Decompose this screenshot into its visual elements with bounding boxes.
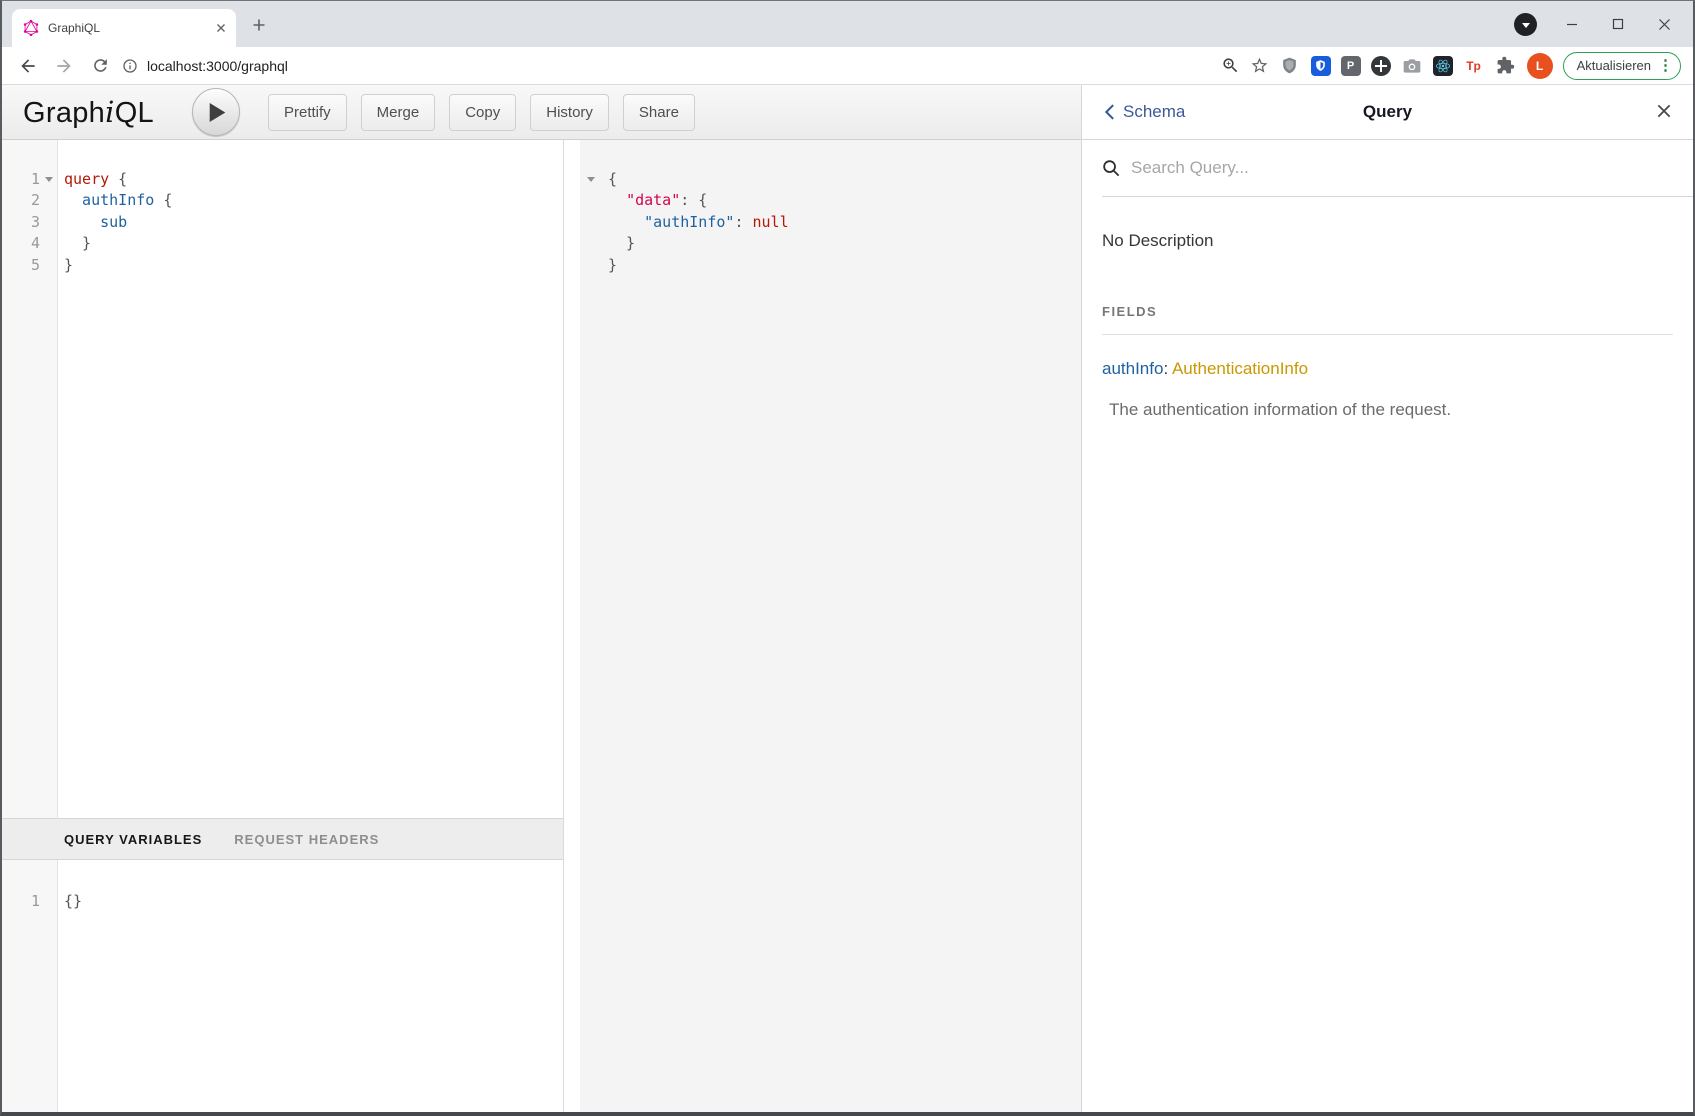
chevron-left-icon (1104, 103, 1115, 121)
browser-window: GraphiQL (0, 0, 1695, 1116)
result-line: } (580, 233, 1081, 254)
graphiql-app: GraphiQL Prettify Merge Copy History Sha… (2, 85, 1693, 1112)
field-name-link[interactable]: authInfo (1102, 359, 1163, 378)
update-button-label: Aktualisieren (1577, 58, 1651, 73)
bookmark-star-icon[interactable] (1250, 56, 1269, 75)
divider (1102, 334, 1673, 335)
fold-arrow-icon[interactable] (45, 177, 53, 182)
tab-close-icon[interactable] (214, 21, 228, 35)
doc-search-bar (1102, 140, 1693, 197)
type-description: No Description (1102, 231, 1673, 251)
extensions-puzzle-icon[interactable] (1495, 55, 1517, 77)
reload-icon[interactable] (86, 52, 114, 80)
code-line: 1 {} (2, 891, 563, 912)
fold-arrow-icon[interactable] (587, 177, 595, 182)
prettify-button[interactable]: Prettify (268, 94, 347, 131)
line-number: 3 (2, 212, 40, 233)
tp-extension-icon[interactable]: Tp (1463, 55, 1485, 77)
copy-button[interactable]: Copy (449, 94, 516, 131)
code-line: 2 authInfo { (2, 190, 563, 211)
forward-icon[interactable] (50, 52, 78, 80)
zoom-icon[interactable] (1221, 56, 1240, 75)
variables-editor[interactable]: 1 {} (2, 860, 563, 1112)
back-icon[interactable] (14, 52, 42, 80)
react-devtools-extension-icon[interactable] (1433, 56, 1453, 76)
field-description: The authentication information of the re… (1109, 400, 1673, 420)
profile-avatar[interactable]: L (1527, 53, 1553, 79)
browser-navbar: localhost:3000/graphql P (2, 47, 1693, 85)
bitwarden-extension-icon[interactable] (1311, 56, 1331, 76)
graphiql-logo: GraphiQL (23, 95, 154, 130)
line-number: 1 (2, 891, 40, 912)
result-line: { (580, 169, 1081, 190)
tab-search-icon[interactable] (1514, 13, 1537, 36)
code-line: 4 } (2, 233, 563, 254)
page-info-icon[interactable] (122, 58, 138, 74)
doc-search-input[interactable] (1131, 158, 1693, 178)
fields-heading: FIELDS (1102, 304, 1673, 319)
maximize-button[interactable] (1595, 7, 1641, 41)
code-line: 1 query { (2, 169, 563, 190)
doc-explorer: Schema Query No Description FIELDS (1081, 85, 1693, 1112)
type-name-link[interactable]: AuthenticationInfo (1172, 359, 1308, 378)
line-number: 1 (2, 169, 40, 190)
new-tab-button[interactable] (248, 14, 270, 36)
result-line: "data": { (580, 190, 1081, 211)
browser-tab[interactable]: GraphiQL (12, 9, 236, 47)
line-number: 2 (2, 190, 40, 211)
execute-query-button[interactable] (192, 88, 240, 136)
doc-back-link[interactable]: Schema (1104, 102, 1185, 122)
tab-title: GraphiQL (48, 21, 214, 35)
line-number: 4 (2, 233, 40, 254)
pane-resizer[interactable] (564, 140, 580, 1112)
doc-close-icon[interactable] (1655, 102, 1673, 120)
minimize-button[interactable] (1549, 7, 1595, 41)
browser-update-button[interactable]: Aktualisieren ⋮ (1563, 52, 1681, 80)
p-extension-icon[interactable]: P (1341, 56, 1361, 76)
ublock-extension-icon[interactable] (1279, 55, 1301, 77)
line-number: 5 (2, 255, 40, 276)
share-button[interactable]: Share (623, 94, 695, 131)
play-icon (209, 103, 226, 122)
result-viewer: { "data": { "authInfo": null } } (580, 140, 1081, 1112)
field-entry: authInfo: AuthenticationInfo (1102, 359, 1673, 379)
browser-titlebar: GraphiQL (2, 1, 1693, 47)
code-line: 5 } (2, 255, 563, 276)
code-line: 3 sub (2, 212, 563, 233)
graphql-favicon-icon (23, 20, 39, 36)
url-input[interactable]: localhost:3000/graphql (147, 58, 288, 74)
result-line: "authInfo": null (580, 212, 1081, 233)
merge-button[interactable]: Merge (361, 94, 436, 131)
omnibox[interactable]: localhost:3000/graphql (122, 58, 1221, 74)
history-button[interactable]: History (530, 94, 609, 131)
secondary-editor-tabs: QUERY VARIABLES REQUEST HEADERS (2, 818, 563, 860)
doc-explorer-titlebar: Schema Query (1082, 85, 1693, 140)
close-button[interactable] (1641, 7, 1687, 41)
query-pane: 1 query { 2 authInfo { 3 su (2, 140, 564, 1112)
tab-request-headers[interactable]: REQUEST HEADERS (234, 832, 379, 847)
result-line: } (580, 255, 1081, 276)
menu-kebab-icon[interactable]: ⋮ (1658, 58, 1673, 73)
move-tool-extension-icon[interactable] (1371, 56, 1391, 76)
search-icon (1102, 159, 1121, 178)
tab-query-variables[interactable]: QUERY VARIABLES (64, 832, 202, 847)
screenshot-camera-extension-icon[interactable] (1401, 55, 1423, 77)
query-editor[interactable]: 1 query { 2 authInfo { 3 su (2, 140, 563, 818)
